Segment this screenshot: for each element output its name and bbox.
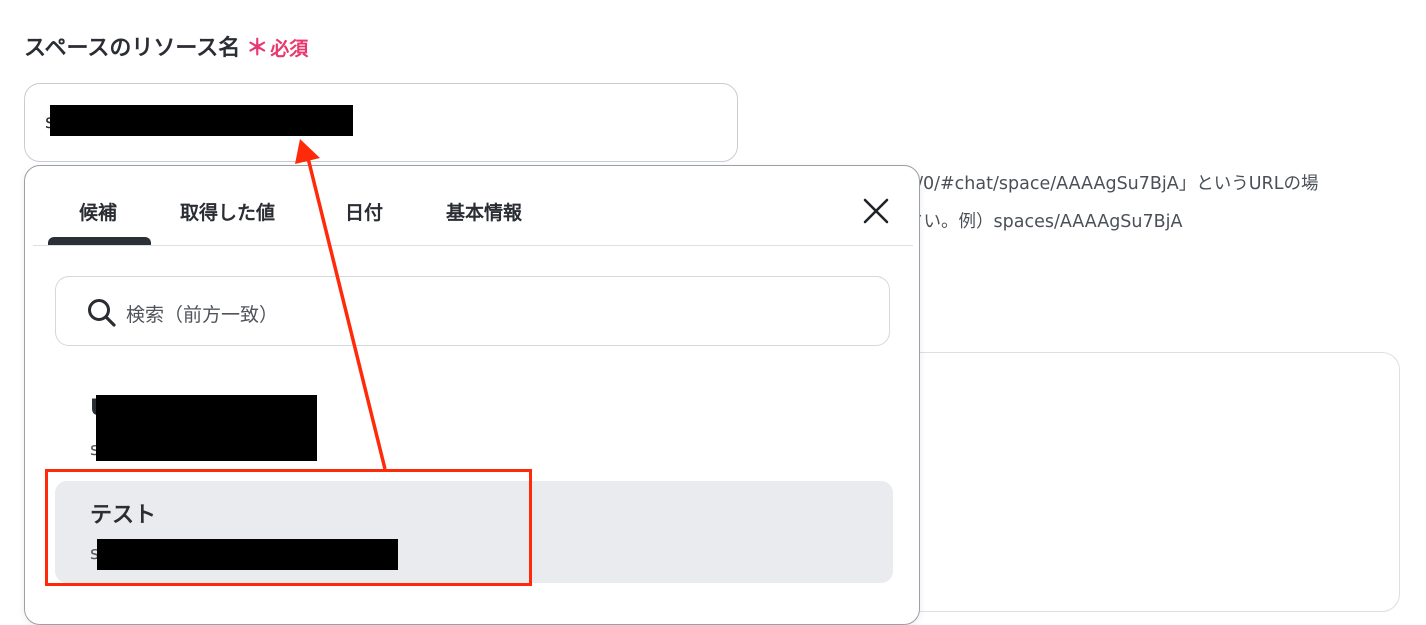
background-card — [894, 352, 1400, 612]
redacted-option-1 — [96, 395, 317, 461]
annotation-highlight-box — [45, 469, 532, 586]
search-placeholder: 検索（前方一致） — [126, 304, 279, 326]
field-label: スペースのリソース名＊必須 — [24, 30, 308, 62]
tab-basic-info[interactable]: 基本情報 — [446, 198, 522, 225]
help-text-line-1: u/0/#chat/space/AAAAgSu7BjA」というURLの場 — [906, 174, 1319, 194]
help-text-line-2: さい。例）spaces/AAAAgSu7BjA — [906, 212, 1183, 232]
tab-candidates[interactable]: 候補 — [79, 198, 117, 225]
option-item-1[interactable]: U sp g — [55, 384, 893, 468]
field-label-text: スペースのリソース名 — [24, 36, 241, 61]
required-marker: ＊必須 — [246, 36, 309, 61]
required-star: ＊ — [246, 36, 269, 61]
tab-date[interactable]: 日付 — [345, 198, 383, 225]
redacted-input-value — [50, 105, 353, 136]
tab-divider — [33, 245, 913, 246]
space-resource-name-input[interactable]: s — [24, 83, 738, 162]
close-icon[interactable] — [861, 196, 891, 226]
search-input[interactable]: 検索（前方一致） — [55, 276, 890, 346]
active-tab-indicator — [48, 237, 151, 245]
search-icon — [88, 299, 116, 327]
required-text: 必須 — [270, 38, 309, 60]
tab-retrieved-values[interactable]: 取得した値 — [180, 198, 275, 225]
